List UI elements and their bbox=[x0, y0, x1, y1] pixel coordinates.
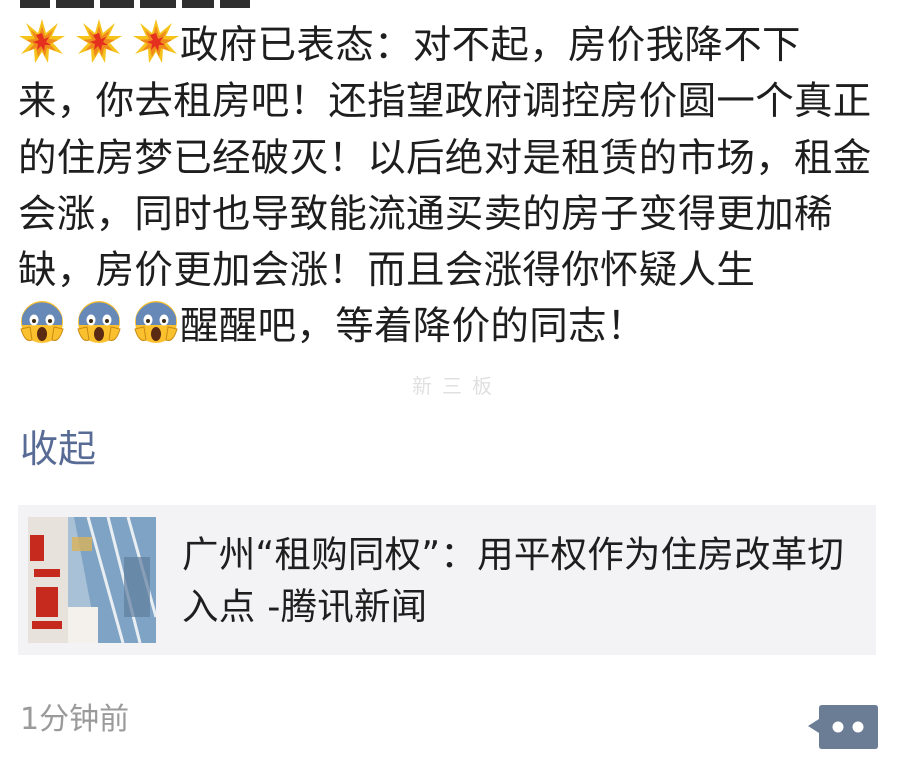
scream-emoji bbox=[134, 301, 178, 344]
watermark: 新三板 bbox=[412, 374, 502, 398]
scream-emoji bbox=[20, 301, 64, 344]
link-card-title: 广州“租购同权”：用平权作为住房改革切入点 -腾讯新闻 bbox=[182, 533, 845, 628]
collision-emoji bbox=[133, 19, 179, 63]
collision-emoji bbox=[19, 19, 65, 63]
news-thumbnail-image bbox=[28, 517, 156, 643]
comment-dots-icon bbox=[808, 705, 878, 749]
post-timestamp: 1分钟前 bbox=[20, 702, 130, 737]
previous-line-cutoff bbox=[20, 0, 280, 8]
collapse-link[interactable]: 收起 bbox=[20, 418, 96, 473]
moments-post: 政府已表态：对不起，房价我降不下来，你去租房吧！还指望政府调控房价圆一个真正的住… bbox=[0, 0, 912, 775]
lead-emoji-group bbox=[18, 19, 180, 68]
collision-emoji bbox=[76, 19, 122, 63]
post-body-text: 政府已表态：对不起，房价我降不下来，你去租房吧！还指望政府调控房价圆一个真正的住… bbox=[18, 18, 878, 356]
mid-emoji-group bbox=[18, 301, 180, 349]
shared-link-card[interactable]: 广州“租购同权”：用平权作为住房改革切入点 -腾讯新闻 bbox=[18, 505, 876, 655]
scream-emoji bbox=[77, 301, 121, 344]
comment-button[interactable] bbox=[808, 703, 878, 749]
post-text-part2: 醒醒吧，等着降价的同志！ bbox=[180, 304, 646, 350]
